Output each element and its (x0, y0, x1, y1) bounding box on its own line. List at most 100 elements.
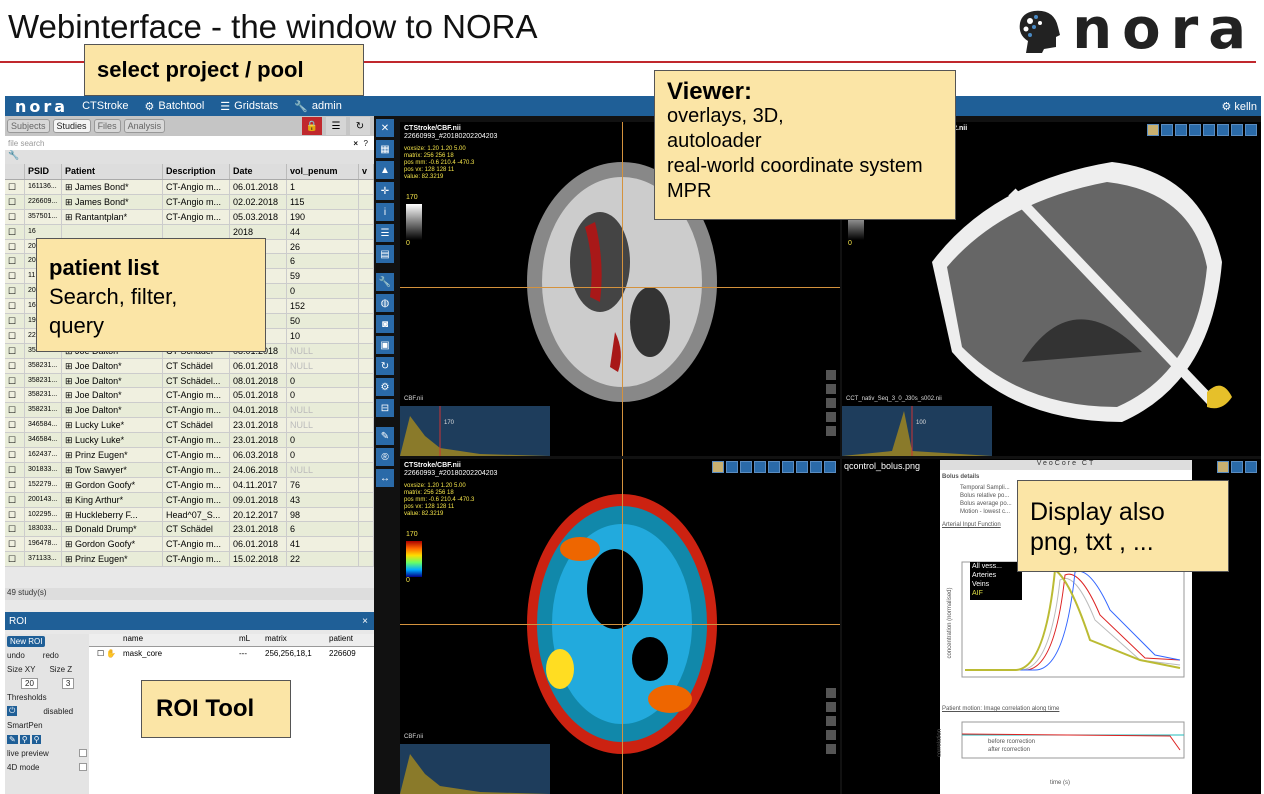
row-checkbox[interactable]: ☐ (5, 194, 25, 209)
refresh-icon[interactable]: ↻ (376, 357, 394, 375)
arrows-icon[interactable] (826, 716, 836, 726)
col-date[interactable]: Date (230, 164, 287, 179)
power-icon[interactable]: ⏻ (7, 706, 18, 716)
lock-icon[interactable]: 🔒 (302, 117, 322, 135)
row-checkbox[interactable]: ☐ (5, 448, 25, 462)
row-checkbox[interactable]: ☐ (5, 358, 25, 373)
row-checkbox[interactable]: ☐ (5, 492, 25, 507)
camera-icon[interactable] (1245, 124, 1257, 136)
lock-icon[interactable] (1147, 124, 1159, 136)
row-checkbox[interactable]: ☐ (5, 462, 25, 477)
layers-icon[interactable] (1189, 124, 1201, 136)
help-icon[interactable]: ? (364, 139, 368, 148)
viewer-bottom-left[interactable]: CTStroke/CBF.nii 22660993_#20180202204203… (400, 459, 840, 794)
row-checkbox[interactable]: ☐ (5, 477, 25, 492)
table-row[interactable]: ☐ 102295... ⊞ Huckleberry F... Head^07_S...… (5, 507, 374, 523)
pen-icon[interactable]: ✎ (7, 734, 18, 744)
image-icon[interactable] (1245, 461, 1257, 473)
image-icon[interactable] (1203, 124, 1215, 136)
pen-icon[interactable]: ✎ (376, 427, 394, 445)
row-checkbox[interactable]: ☐ (5, 239, 25, 254)
cube-icon[interactable] (826, 370, 836, 380)
registered-icon[interactable]: ® (376, 448, 394, 466)
layout-icon[interactable]: ▦ (376, 140, 394, 158)
tab-studies[interactable]: Studies (52, 119, 91, 133)
patient-icon[interactable]: ⊞ (65, 510, 75, 520)
wrench-icon[interactable]: 🔧 (8, 150, 19, 160)
clear-icon[interactable]: × (353, 139, 358, 148)
menu-admin[interactable]: 🔧 admin (294, 100, 342, 113)
patient-icon[interactable]: ⊞ (65, 524, 75, 534)
grid-icon[interactable]: ▤ (376, 245, 394, 263)
row-checkbox[interactable]: ☐ (5, 209, 25, 224)
row-checkbox[interactable]: ☐ (5, 537, 25, 552)
table-row[interactable]: ☐ 346584... ⊞ Lucky Luke* CT Schädel 23.01.2… (5, 418, 374, 434)
table-row[interactable]: ☐ 226609... ⊞ James Bond* CT-Angio m... 02.0… (5, 194, 374, 210)
col-check[interactable] (5, 164, 25, 179)
histogram-icon[interactable]: ▲ (376, 161, 394, 179)
row-checkbox[interactable]: ☐ (5, 314, 25, 328)
target-icon[interactable] (826, 412, 836, 422)
zoom-icon[interactable] (826, 744, 836, 754)
table-row[interactable]: ☐ 346584... ⊞ Lucky Luke* CT-Angio m... 23.0… (5, 433, 374, 449)
patient-icon[interactable]: ⊞ (65, 212, 75, 222)
table-row[interactable]: ☐ 200143... ⊞ King Arthur* CT-Angio m... 09.… (5, 492, 374, 508)
camera-icon[interactable]: ◙ (376, 315, 394, 333)
patient-icon[interactable]: ⊞ (65, 495, 75, 505)
patient-icon[interactable]: ⊞ (65, 182, 75, 192)
crosshair-icon[interactable]: ✛ (376, 182, 394, 200)
menu-ctstroke[interactable]: CTStroke (82, 100, 128, 112)
bar-icon[interactable] (782, 461, 794, 473)
table-row[interactable]: ☐ 196478... ⊞ Gordon Goofy* CT-Angio m... 06… (5, 537, 374, 553)
close-icon[interactable] (824, 461, 836, 473)
arrows-icon[interactable] (826, 398, 836, 408)
table-row[interactable]: ☐ 162437... ⊞ Prinz Eugen* CT-Angio m... 06.… (5, 448, 374, 463)
pin2-icon[interactable]: ⚲ (31, 734, 42, 744)
patient-icon[interactable]: ⊞ (65, 390, 75, 400)
lock-icon[interactable] (1217, 461, 1229, 473)
row-checkbox[interactable]: ☐ (5, 299, 25, 314)
redo-button[interactable]: redo (43, 651, 59, 660)
live-preview-checkbox[interactable] (79, 749, 87, 757)
patient-icon[interactable]: ⊞ (65, 554, 75, 564)
search-input[interactable]: file search × ? (5, 136, 374, 150)
patient-icon[interactable]: ⊞ (65, 405, 75, 415)
user-menu[interactable]: ⚙ kelln (1221, 100, 1257, 113)
col-v[interactable]: v (359, 164, 374, 179)
patient-icon[interactable]: ⊞ (65, 435, 75, 445)
table-row[interactable]: ☐ 152279... ⊞ Gordon Goofy* CT-Angio m... 04… (5, 477, 374, 493)
close-icon[interactable]: ✕ (376, 119, 394, 137)
arrows-icon[interactable]: ↔ (376, 469, 394, 487)
patient-icon[interactable]: ⊞ (65, 376, 75, 386)
table-row[interactable]: ☐ 301833... ⊞ Tow Sawyer* CT-Angio m... 24.0… (5, 462, 374, 478)
car-icon[interactable]: ⊟ (376, 399, 394, 417)
settings-icon[interactable]: ⚙ (376, 378, 394, 396)
menu-batchtool[interactable]: ⚙ Batchtool (145, 100, 205, 113)
patient-icon[interactable]: ⊞ (65, 361, 75, 371)
close-icon[interactable]: × (362, 616, 368, 627)
image-icon[interactable] (768, 461, 780, 473)
row-checkbox[interactable]: ☐ (5, 522, 25, 537)
row-checkbox[interactable]: ☐ (5, 418, 25, 433)
tab-analysis[interactable]: Analysis (123, 119, 166, 133)
m-icon[interactable] (726, 461, 738, 473)
row-checkbox[interactable]: ☐ (5, 180, 25, 194)
bar-icon[interactable] (1217, 124, 1229, 136)
save-icon[interactable]: ▣ (376, 336, 394, 354)
target-icon[interactable] (826, 730, 836, 740)
col-description[interactable]: Description (163, 164, 230, 179)
gear-icon[interactable] (1231, 461, 1243, 473)
table-row[interactable]: ☐ 357501... ⊞ Rantantplan* CT-Angio m... 05.… (5, 209, 374, 225)
roi-row[interactable]: ☐ ✋ mask_core --- 256,256,18,1 226609 (89, 647, 374, 659)
table-row[interactable]: ☐ 183033... ⊞ Donald Drump* CT Schädel 23.01… (5, 522, 374, 538)
table-row[interactable]: ☐ 358231... ⊞ Joe Dalton* CT-Angio m... 05.0… (5, 388, 374, 404)
pin-icon[interactable]: ⚲ (19, 734, 30, 744)
cube-icon[interactable] (826, 688, 836, 698)
col-vol-penum[interactable]: vol_penum (287, 164, 359, 179)
lock-icon[interactable] (712, 461, 724, 473)
col-psid[interactable]: PSID (25, 164, 62, 179)
mode-4d-checkbox[interactable] (79, 763, 87, 771)
patient-icon[interactable]: ⊞ (65, 450, 75, 460)
row-checkbox[interactable]: ☐ (5, 552, 25, 567)
row-checkbox[interactable]: ☐ (5, 224, 25, 239)
